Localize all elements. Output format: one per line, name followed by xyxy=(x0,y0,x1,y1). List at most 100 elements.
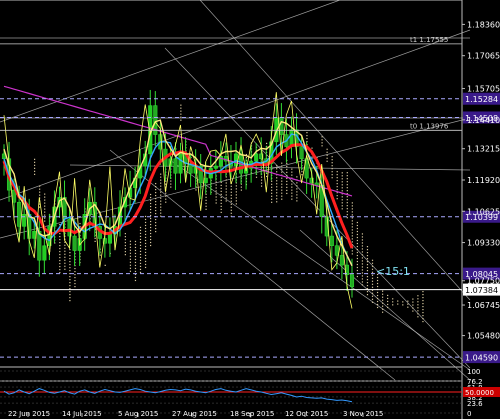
cloud-dot xyxy=(361,269,364,271)
cloud-dot xyxy=(371,292,374,294)
candle-body xyxy=(329,235,334,246)
price-tick-label: 1.15705 xyxy=(467,85,500,94)
cloud-dot xyxy=(155,227,157,230)
cloud-dot xyxy=(281,198,283,200)
cloud-dot xyxy=(64,250,66,252)
cloud-dot xyxy=(144,230,147,233)
cloud-dot xyxy=(155,218,157,221)
cloud-dot xyxy=(235,188,237,190)
cloud-dot xyxy=(321,136,323,138)
cloud-dot xyxy=(129,261,132,263)
cloud-dot xyxy=(124,242,126,244)
cloud-dot xyxy=(39,191,41,193)
cloud-dot xyxy=(286,186,288,189)
candle-body xyxy=(17,201,22,227)
cloud-dot xyxy=(376,291,379,294)
cloud-dot xyxy=(291,171,293,173)
cloud-dot xyxy=(74,277,76,279)
cloud-dot xyxy=(230,197,232,199)
cloud-dot xyxy=(155,209,157,212)
cloud-dot xyxy=(69,297,71,299)
cloud-dot xyxy=(134,246,137,249)
cloud-dot xyxy=(341,181,343,183)
cloud-dot xyxy=(331,177,333,179)
cloud-dot xyxy=(281,192,283,194)
cloud-dot xyxy=(356,224,358,227)
time-tick-label: 27 Aug 2015 xyxy=(172,410,217,418)
candle-body xyxy=(178,153,183,174)
cloud-dot xyxy=(276,189,278,191)
candle-body xyxy=(42,245,47,261)
cloud-dot xyxy=(235,185,237,187)
cloud-dot xyxy=(336,195,338,197)
cloud-dot xyxy=(336,177,338,179)
cloud-dot xyxy=(225,179,227,181)
candle-body xyxy=(72,235,77,251)
price-tick-label: 1.17065 xyxy=(467,52,500,61)
cloud-dot xyxy=(366,276,369,278)
cloud-dot xyxy=(271,198,273,200)
cloud-dot xyxy=(205,205,207,207)
cloud-dot xyxy=(129,249,132,251)
cloud-dot xyxy=(346,175,348,177)
cloud-dot xyxy=(44,199,46,201)
cloud-dot xyxy=(371,280,374,282)
cloud-dot xyxy=(260,182,263,184)
cloud-dot xyxy=(376,297,379,300)
cloud-dot xyxy=(59,271,61,274)
cloud-dot xyxy=(104,264,106,266)
cloud-dot xyxy=(230,188,232,190)
cloud-dot xyxy=(124,236,126,238)
cloud-dot xyxy=(94,237,96,239)
cloud-dot xyxy=(412,307,414,309)
cloud-dot xyxy=(351,232,353,234)
cloud-dot xyxy=(64,253,66,255)
price-tick-label: 1.06745 xyxy=(467,301,500,310)
cloud-dot xyxy=(341,202,343,204)
cloud-dot xyxy=(296,200,298,202)
cloud-dot xyxy=(392,304,394,306)
cloud-dot xyxy=(281,180,283,182)
cloud-dot xyxy=(160,212,162,214)
cloud-dot xyxy=(124,239,126,241)
chart-background xyxy=(0,0,500,419)
cloud-dot xyxy=(215,199,217,201)
cloud-dot xyxy=(230,185,232,187)
cloud-dot xyxy=(361,281,364,283)
cloud-dot xyxy=(336,189,338,191)
cloud-dot xyxy=(286,165,288,168)
candle-body xyxy=(213,165,218,169)
cloud-dot xyxy=(417,304,419,306)
cloud-dot xyxy=(255,176,258,178)
cloud-dot xyxy=(271,192,273,194)
cloud-dot xyxy=(356,236,358,239)
forex-chart: 1.152841.145081.103991.080451.073841.045… xyxy=(0,0,500,419)
cloud-dot xyxy=(139,241,142,243)
cloud-dot xyxy=(281,162,283,164)
cloud-dot xyxy=(356,275,358,278)
cloud-dot xyxy=(64,247,66,249)
cloud-dot xyxy=(361,278,364,280)
cloud-dot xyxy=(286,189,288,192)
cloud-dot xyxy=(39,194,41,196)
cloud-dot xyxy=(271,201,273,203)
cloud-dot xyxy=(382,308,384,310)
cloud-dot xyxy=(271,189,273,191)
cloud-dot xyxy=(341,205,343,207)
cloud-dot xyxy=(331,159,333,161)
cloud-dot xyxy=(271,183,273,185)
cloud-dot xyxy=(366,285,369,287)
cloud-dot xyxy=(356,221,358,224)
cloud-dot xyxy=(155,185,157,188)
cloud-dot xyxy=(346,199,348,201)
cloud-dot xyxy=(346,208,348,210)
cloud-dot xyxy=(69,291,71,293)
cloud-dot xyxy=(139,268,142,270)
cloud-dot xyxy=(144,224,147,227)
cloud-dot xyxy=(134,270,137,273)
cloud-dot xyxy=(160,185,162,187)
cloud-dot xyxy=(235,191,237,193)
cloud-dot xyxy=(59,238,61,241)
cloud-dot xyxy=(225,200,227,202)
cloud-dot xyxy=(44,196,46,198)
